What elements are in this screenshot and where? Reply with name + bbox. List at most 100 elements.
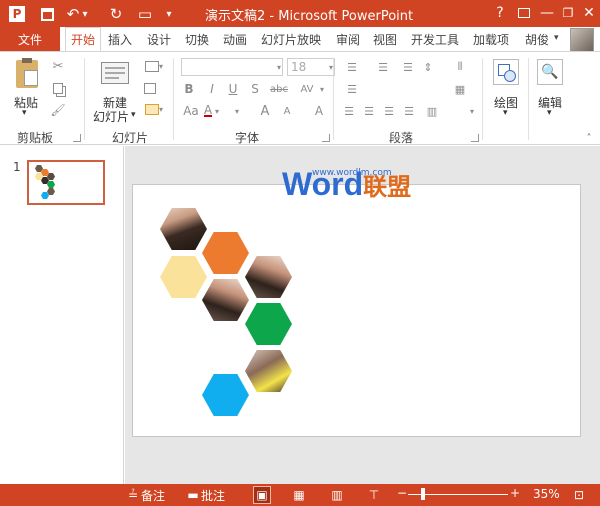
tab-review[interactable]: 审阅 bbox=[336, 31, 360, 48]
ribbon-tabs: 文件 开始 插入 设计 切换 动画 幻灯片放映 审阅 视图 开发工具 加载项 胡… bbox=[0, 27, 600, 52]
align-text-icon[interactable]: ☰ bbox=[342, 82, 362, 96]
slide-sorter-icon[interactable]: ▦ bbox=[291, 487, 307, 503]
change-case-chevron-down-icon[interactable]: ▾ bbox=[233, 104, 241, 118]
columns-icon[interactable]: ▥ bbox=[424, 104, 440, 118]
collapse-ribbon-icon[interactable]: ˄ bbox=[583, 132, 595, 144]
change-case-icon[interactable]: Aa bbox=[182, 104, 200, 118]
divider bbox=[482, 58, 483, 140]
notes-button[interactable]: 备注 bbox=[141, 487, 165, 504]
drawing-dropdown-icon[interactable]: ▾ bbox=[503, 108, 508, 118]
tab-addins[interactable]: 加载项 bbox=[473, 31, 509, 48]
decrease-indent-icon[interactable]: ☰ bbox=[401, 60, 415, 74]
paste-dropdown-icon[interactable]: ▾ bbox=[22, 108, 27, 118]
copy-icon[interactable] bbox=[50, 80, 66, 96]
help-button[interactable]: ? bbox=[489, 3, 511, 23]
divider bbox=[528, 58, 529, 140]
smartart-icon[interactable]: ▦ bbox=[450, 82, 470, 96]
font-size-value: 18 bbox=[291, 60, 307, 74]
notes-icon[interactable]: ≟ bbox=[125, 487, 141, 503]
smartart-chevron-down-icon[interactable]: ▾ bbox=[468, 104, 476, 118]
tab-slideshow[interactable]: 幻灯片放映 bbox=[261, 31, 321, 48]
user-menu-chevron-down-icon[interactable]: ▾ bbox=[554, 33, 559, 43]
paragraph-dialog-launcher-icon[interactable] bbox=[471, 134, 479, 142]
slide-thumbnail[interactable] bbox=[27, 160, 105, 205]
text-shadow-icon[interactable]: S bbox=[248, 82, 262, 96]
fit-to-window-icon[interactable]: ⊡ bbox=[571, 487, 587, 503]
binoculars-icon[interactable]: 🔍 bbox=[535, 57, 565, 87]
line-spacing-icon[interactable]: ⇕ bbox=[418, 60, 438, 74]
undo-dropdown-icon[interactable]: ▾ bbox=[80, 4, 90, 24]
cut-icon[interactable]: ✂ bbox=[50, 58, 66, 74]
slideshow-view-icon[interactable]: ⊤ bbox=[366, 487, 382, 503]
comments-icon[interactable]: ▬ bbox=[185, 487, 201, 503]
bullets-icon[interactable]: ☰ bbox=[342, 60, 362, 74]
minimize-button[interactable]: — bbox=[536, 3, 558, 23]
tab-insert[interactable]: 插入 bbox=[108, 31, 132, 48]
new-slide-button-line2[interactable]: 幻灯片 bbox=[93, 108, 129, 125]
divider bbox=[333, 58, 334, 140]
font-dialog-launcher-icon[interactable] bbox=[322, 134, 330, 142]
character-spacing-chevron-down-icon[interactable]: ▾ bbox=[318, 82, 326, 96]
tab-design[interactable]: 设计 bbox=[147, 31, 171, 48]
format-painter-icon[interactable]: 🖌 bbox=[50, 102, 66, 118]
editing-dropdown-icon[interactable]: ▾ bbox=[547, 108, 552, 118]
reset-slide-icon[interactable] bbox=[143, 81, 157, 95]
slides-group-label: 幻灯片 bbox=[112, 131, 149, 145]
redo-icon[interactable]: ↻ bbox=[106, 4, 126, 24]
layout-icon[interactable]: ▾ bbox=[143, 59, 165, 73]
start-slideshow-icon[interactable]: ▭ bbox=[135, 4, 155, 24]
character-spacing-icon[interactable]: AV bbox=[296, 82, 318, 96]
tab-animations[interactable]: 动画 bbox=[223, 31, 247, 48]
tab-home[interactable]: 开始 bbox=[65, 27, 102, 52]
tab-transitions[interactable]: 切换 bbox=[185, 31, 209, 48]
save-icon[interactable] bbox=[37, 4, 57, 24]
zoom-out-button[interactable]: − bbox=[397, 486, 407, 500]
tab-file[interactable]: 文件 bbox=[0, 27, 60, 51]
title-bar: P ↶ ▾ ↻ ▭ ▾ 演示文稿2 - Microsoft PowerPoint… bbox=[0, 0, 600, 27]
font-size-chevron-down-icon[interactable]: ▾ bbox=[326, 60, 336, 74]
bold-icon[interactable]: B bbox=[182, 82, 196, 96]
zoom-in-button[interactable]: + bbox=[510, 486, 520, 500]
tab-view[interactable]: 视图 bbox=[373, 31, 397, 48]
section-icon[interactable]: ▾ bbox=[143, 102, 165, 116]
restore-button[interactable]: ❐ bbox=[557, 3, 579, 23]
zoom-slider-thumb[interactable] bbox=[421, 488, 425, 500]
watermark-url: www.wordlm.com bbox=[312, 168, 392, 178]
font-group-label: 字体 bbox=[235, 131, 260, 145]
new-slide-icon[interactable] bbox=[100, 58, 130, 88]
status-bar: ≟ 备注 ▬ 批注 ▣ ▦ ▥ ⊤ − + 35% ⊡ bbox=[0, 484, 600, 506]
zoom-level[interactable]: 35% bbox=[533, 487, 560, 501]
watermark-lianmeng: 联盟 bbox=[363, 174, 412, 201]
align-left-icon[interactable]: ☰ bbox=[342, 104, 356, 118]
strikethrough-icon[interactable]: abc bbox=[268, 82, 290, 96]
reading-view-icon[interactable]: ▥ bbox=[329, 487, 345, 503]
font-name-chevron-down-icon[interactable]: ▾ bbox=[274, 60, 284, 74]
shapes-icon[interactable] bbox=[491, 57, 521, 87]
font-color-chevron-down-icon[interactable]: ▾ bbox=[213, 104, 221, 118]
divider bbox=[173, 58, 174, 140]
comments-button[interactable]: 批注 bbox=[201, 487, 225, 504]
font-name-combobox[interactable] bbox=[181, 58, 283, 76]
new-slide-dropdown-icon[interactable]: ▾ bbox=[131, 110, 136, 120]
divider bbox=[84, 58, 85, 140]
underline-icon[interactable]: U bbox=[226, 82, 240, 96]
text-direction-icon[interactable]: ⫴ bbox=[450, 60, 470, 74]
user-name[interactable]: 胡俊 bbox=[525, 31, 549, 48]
grow-font-icon[interactable]: A bbox=[258, 104, 272, 119]
close-button[interactable]: ✕ bbox=[578, 3, 600, 23]
shrink-font-icon[interactable]: A bbox=[281, 105, 293, 117]
align-right-icon[interactable]: ☰ bbox=[382, 104, 396, 118]
paste-icon[interactable] bbox=[13, 58, 41, 90]
numbering-icon[interactable]: ☰ bbox=[373, 60, 393, 74]
normal-view-icon[interactable]: ▣ bbox=[253, 486, 271, 504]
ribbon-display-icon[interactable] bbox=[513, 3, 535, 23]
align-center-icon[interactable]: ☰ bbox=[362, 104, 376, 118]
avatar[interactable] bbox=[570, 28, 594, 52]
tab-developer[interactable]: 开发工具 bbox=[411, 31, 459, 48]
italic-icon[interactable]: I bbox=[205, 82, 219, 96]
customize-toolbar-icon[interactable]: ▾ bbox=[163, 4, 175, 24]
clear-formatting-icon[interactable]: A bbox=[312, 104, 326, 118]
powerpoint-app-icon[interactable]: P bbox=[7, 4, 27, 24]
justify-icon[interactable]: ☰ bbox=[402, 104, 416, 118]
clipboard-dialog-launcher-icon[interactable] bbox=[73, 134, 81, 142]
